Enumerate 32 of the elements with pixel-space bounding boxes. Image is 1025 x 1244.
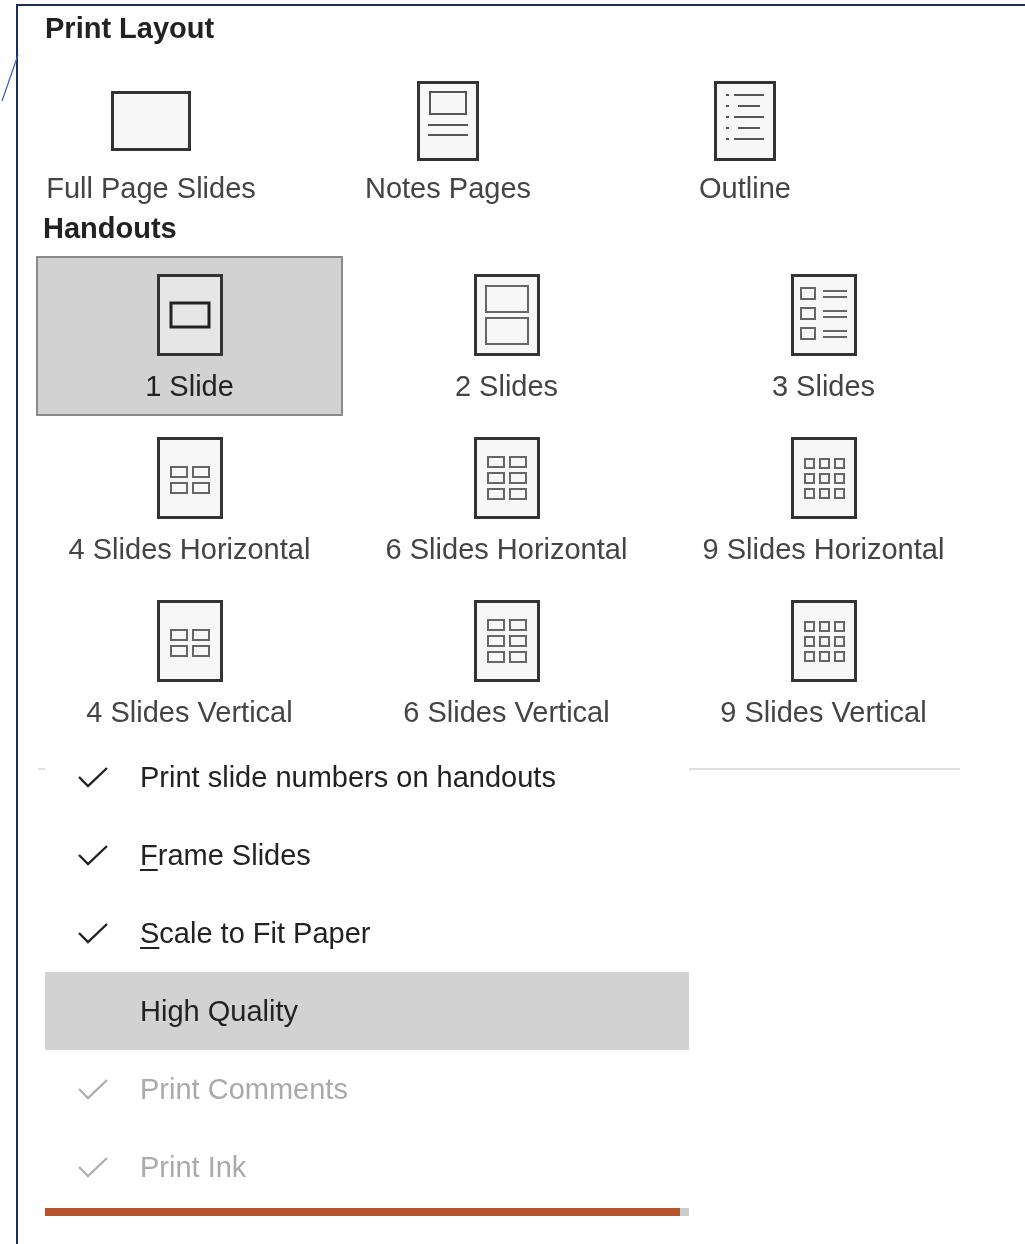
menu-item[interactable]: High Quality <box>45 972 689 1050</box>
outline-page-icon <box>714 81 776 161</box>
handout-option[interactable]: 4 Slides Horizontal <box>36 419 343 579</box>
section-heading: Print Layout <box>44 11 215 46</box>
handout-option[interactable]: 3 Slides <box>670 256 977 416</box>
slide-icon <box>111 91 191 151</box>
layout-option[interactable]: Notes Pages <box>317 78 579 208</box>
layout-option[interactable]: Full Page Slides <box>20 78 282 208</box>
one-slide-page-icon <box>156 274 223 356</box>
section-heading: Handouts <box>43 211 177 246</box>
layout-option[interactable]: Outline <box>614 78 876 208</box>
checkmark-icon <box>77 1155 109 1179</box>
handout-option[interactable]: 9 Slides Horizontal <box>670 419 977 579</box>
handout-option[interactable]: 2 Slides <box>353 256 660 416</box>
nine-slides-page-icon <box>790 437 857 519</box>
three-slides-page-icon <box>790 274 857 356</box>
notes-page-icon <box>417 81 479 161</box>
six-slides-page-icon <box>473 600 540 682</box>
nine-slides-page-icon <box>790 600 857 682</box>
four-slides-page-icon <box>156 600 223 682</box>
four-slides-page-icon <box>156 437 223 519</box>
handout-option[interactable]: 1 Slide <box>36 256 343 416</box>
menu-item[interactable]: Scale to Fit Paper <box>45 894 689 972</box>
checkmark-icon <box>77 1077 109 1101</box>
checkmark-icon <box>77 843 109 867</box>
checkmark-icon <box>77 765 109 789</box>
checkmark-icon <box>77 921 109 945</box>
leader-line <box>1 54 19 102</box>
handout-option[interactable]: 6 Slides Horizontal <box>353 419 660 579</box>
menu-item[interactable]: Frame Slides <box>45 816 689 894</box>
six-slides-page-icon <box>473 437 540 519</box>
two-slides-page-icon <box>473 274 540 356</box>
